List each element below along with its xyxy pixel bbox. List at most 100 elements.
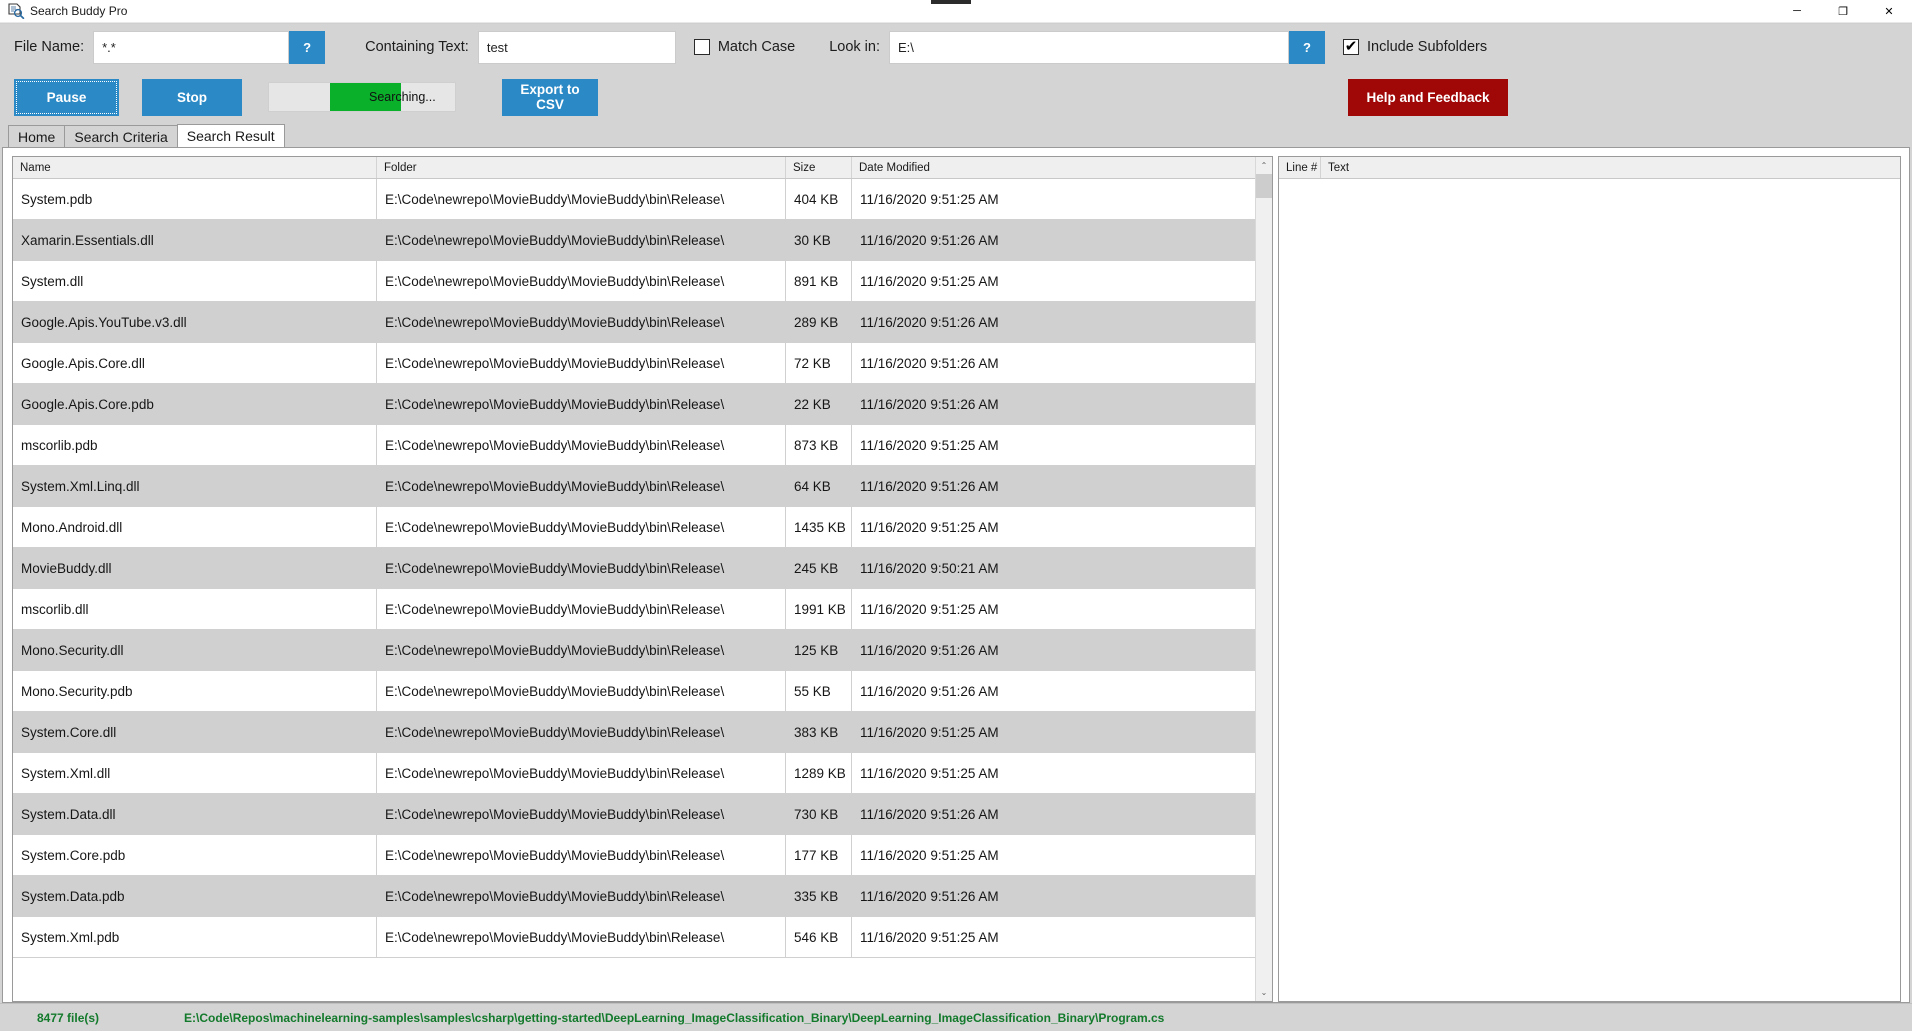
table-row[interactable]: Mono.Security.pdb E:\Code\newrepo\MovieBu… [13, 671, 1255, 712]
column-header-name[interactable]: Name [13, 157, 377, 178]
tab-home[interactable]: Home [8, 125, 66, 147]
cell-name: mscorlib.dll [13, 589, 377, 629]
cell-name: System.Data.pdb [13, 876, 377, 916]
results-grid: Name Folder Size Date Modified System.pd… [12, 156, 1273, 1002]
tab-search-result[interactable]: Search Result [176, 124, 285, 147]
match-preview-grid: Line # Text [1278, 156, 1901, 1002]
pause-button-label: Pause [46, 89, 87, 105]
tab-search-criteria[interactable]: Search Criteria [64, 125, 178, 147]
cell-name: mscorlib.pdb [13, 425, 377, 465]
table-row[interactable]: Google.Apis.YouTube.v3.dll E:\Code\newrep… [13, 302, 1255, 343]
stop-button[interactable]: Stop [142, 78, 242, 116]
cell-folder: E:\Code\newrepo\MovieBuddy\MovieBuddy\bi… [377, 507, 786, 547]
table-row[interactable]: Google.Apis.Core.dll E:\Code\newrepo\Movi… [13, 343, 1255, 384]
tab-strip: Home Search Criteria Search Result [0, 124, 1912, 147]
table-row[interactable]: MovieBuddy.dll E:\Code\newrepo\MovieBuddy… [13, 548, 1255, 589]
cell-folder: E:\Code\newrepo\MovieBuddy\MovieBuddy\bi… [377, 425, 786, 465]
cell-size: 1435 KB [786, 507, 852, 547]
table-row[interactable]: System.pdb E:\Code\newrepo\MovieBuddy\Mov… [13, 179, 1255, 220]
cell-folder: E:\Code\newrepo\MovieBuddy\MovieBuddy\bi… [377, 917, 786, 957]
cell-size: 873 KB [786, 425, 852, 465]
match-case-checkbox[interactable] [693, 39, 710, 55]
pause-button[interactable]: Pause [14, 78, 119, 116]
cell-folder: E:\Code\newrepo\MovieBuddy\MovieBuddy\bi… [377, 794, 786, 834]
table-row[interactable]: System.Xml.Linq.dll E:\Code\newrepo\Movie… [13, 466, 1255, 507]
status-current-path: E:\Code\Repos\machinelearning-samples\sa… [184, 1010, 1165, 1025]
containing-text-label: Containing Text: [365, 39, 469, 55]
cell-folder: E:\Code\newrepo\MovieBuddy\MovieBuddy\bi… [377, 261, 786, 301]
title-bar-drag-region[interactable] [127, 0, 1774, 22]
cell-name: Google.Apis.YouTube.v3.dll [13, 302, 377, 342]
cell-folder: E:\Code\newrepo\MovieBuddy\MovieBuddy\bi… [377, 466, 786, 506]
table-row[interactable]: Mono.Security.dll E:\Code\newrepo\MovieBu… [13, 630, 1255, 671]
cell-date: 11/16/2020 9:51:26 AM [860, 396, 999, 412]
table-row[interactable]: System.Data.dll E:\Code\newrepo\MovieBudd… [13, 794, 1255, 835]
cell-date: 11/16/2020 9:51:25 AM [860, 929, 999, 945]
cell-date: 11/16/2020 9:51:25 AM [860, 765, 999, 781]
cell-date: 11/16/2020 9:51:25 AM [860, 519, 999, 535]
table-row[interactable]: Xamarin.Essentials.dll E:\Code\newrepo\Mo… [13, 220, 1255, 261]
cell-name: System.Core.dll [13, 712, 377, 752]
look-in-group: E:\ ? [889, 30, 1325, 64]
cell-folder: E:\Code\newrepo\MovieBuddy\MovieBuddy\bi… [377, 384, 786, 424]
table-row[interactable]: System.Xml.pdb E:\Code\newrepo\MovieBuddy… [13, 917, 1255, 958]
look-in-help-button[interactable]: ? [1289, 30, 1325, 64]
cell-folder: E:\Code\newrepo\MovieBuddy\MovieBuddy\bi… [377, 302, 786, 342]
cell-folder: E:\Code\newrepo\MovieBuddy\MovieBuddy\bi… [377, 671, 786, 711]
look-in-label: Look in: [829, 39, 880, 55]
close-button[interactable]: ✕ [1866, 0, 1912, 23]
export-to-csv-button[interactable]: Export to CSV [502, 78, 598, 116]
scroll-up-arrow-icon[interactable]: ⌃ [1256, 157, 1273, 174]
cell-date: 11/16/2020 9:51:26 AM [860, 478, 999, 494]
column-header-size[interactable]: Size [786, 157, 852, 178]
include-subfolders-checkbox-row[interactable]: ✔ Include Subfolders [1343, 39, 1487, 55]
search-criteria-bar: File Name: *.* ? Containing Text: test M… [0, 23, 1912, 70]
cell-size: 404 KB [786, 179, 852, 219]
table-row[interactable]: System.dll E:\Code\newrepo\MovieBuddy\Mov… [13, 261, 1255, 302]
title-bar: Search Buddy Pro ─ ❐ ✕ [0, 0, 1912, 23]
table-row[interactable]: System.Core.pdb E:\Code\newrepo\MovieBudd… [13, 835, 1255, 876]
restore-button[interactable]: ❐ [1820, 0, 1866, 23]
minimize-button[interactable]: ─ [1774, 0, 1820, 23]
cell-size: 730 KB [786, 794, 852, 834]
cell-folder: E:\Code\newrepo\MovieBuddy\MovieBuddy\bi… [377, 835, 786, 875]
match-preview-body [1279, 179, 1900, 1001]
match-case-checkbox-row[interactable]: Match Case [693, 39, 795, 55]
look-in-input[interactable]: E:\ [889, 30, 1289, 64]
scrollbar-track[interactable] [1256, 174, 1272, 984]
help-and-feedback-button[interactable]: Help and Feedback [1348, 78, 1508, 116]
cell-name: System.Xml.Linq.dll [13, 466, 377, 506]
tab-content-panel: Name Folder Size Date Modified System.pd… [2, 147, 1910, 1003]
cell-size: 55 KB [786, 671, 852, 711]
cell-size: 335 KB [786, 876, 852, 916]
table-row[interactable]: Mono.Android.dll E:\Code\newrepo\MovieBud… [13, 507, 1255, 548]
table-row[interactable]: mscorlib.dll E:\Code\newrepo\MovieBuddy\M… [13, 589, 1255, 630]
cell-name: Xamarin.Essentials.dll [13, 220, 377, 260]
cell-date: 11/16/2020 9:51:26 AM [860, 232, 999, 248]
table-row[interactable]: System.Data.pdb E:\Code\newrepo\MovieBudd… [13, 876, 1255, 917]
column-header-date-modified[interactable]: Date Modified [852, 157, 1255, 178]
match-preview-header: Line # Text [1279, 157, 1900, 179]
column-header-text[interactable]: Text [1321, 157, 1900, 178]
file-name-group: *.* ? [93, 30, 326, 64]
cell-size: 383 KB [786, 712, 852, 752]
cell-size: 245 KB [786, 548, 852, 588]
file-name-help-button[interactable]: ? [289, 30, 326, 64]
cell-date: 11/16/2020 9:51:25 AM [860, 191, 999, 207]
include-subfolders-checkbox[interactable]: ✔ [1343, 39, 1359, 55]
table-row[interactable]: Google.Apis.Core.pdb E:\Code\newrepo\Movi… [13, 384, 1255, 425]
scrollbar-thumb[interactable] [1256, 174, 1272, 198]
table-row[interactable]: System.Xml.dll E:\Code\newrepo\MovieBuddy… [13, 753, 1255, 794]
cell-size: 177 KB [786, 835, 852, 875]
column-header-line-number[interactable]: Line # [1279, 157, 1321, 178]
containing-text-input[interactable]: test [477, 30, 676, 64]
table-row[interactable]: System.Core.dll E:\Code\newrepo\MovieBudd… [13, 712, 1255, 753]
cell-size: 72 KB [786, 343, 852, 383]
table-row[interactable]: mscorlib.pdb E:\Code\newrepo\MovieBuddy\M… [13, 425, 1255, 466]
file-name-input[interactable]: *.* [93, 30, 290, 64]
window-controls: ─ ❐ ✕ [1774, 0, 1912, 23]
scroll-down-arrow-icon[interactable]: ⌄ [1256, 984, 1273, 1001]
cell-name: System.pdb [13, 179, 377, 219]
results-vertical-scrollbar[interactable]: ⌃ ⌄ [1255, 157, 1272, 1001]
column-header-folder[interactable]: Folder [377, 157, 786, 178]
